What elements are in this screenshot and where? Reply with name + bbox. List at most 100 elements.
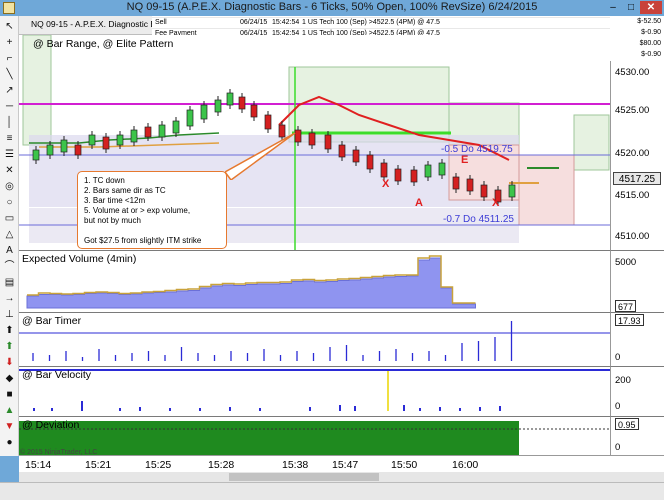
red-triangle-icon[interactable]: ▼	[3, 420, 16, 433]
marker-x-2: X	[492, 197, 500, 209]
scrollbar-thumb[interactable]	[229, 473, 379, 481]
candle-body	[144, 126, 152, 138]
candle-body	[172, 120, 180, 134]
tick-mark-icon[interactable]: ⊥	[3, 308, 16, 321]
velocity-bar	[309, 407, 311, 411]
volume-panel-title: Expected Volume (4min)	[22, 253, 137, 265]
velocity-bar	[229, 407, 231, 411]
close-button[interactable]: ✕	[640, 1, 662, 14]
triangle-icon[interactable]: △	[3, 228, 16, 241]
bar-velocity-axis[interactable]: 200 0	[610, 366, 664, 416]
time-axis[interactable]: 15:14 15:21 15:25 15:28 15:38 15:47 15:5…	[19, 455, 664, 472]
deviation-current-value: 0.95	[615, 418, 639, 430]
diamond-icon[interactable]: ◆	[3, 372, 16, 385]
annotation-lower: -0.7 Do 4511.25	[443, 214, 514, 225]
range-box-red	[518, 154, 575, 226]
volume-current-value: 677	[615, 300, 637, 312]
horizontal-line-icon[interactable]: ─	[3, 100, 16, 113]
maximize-button[interactable]: □	[622, 1, 640, 14]
velocity-bar	[259, 408, 261, 411]
instrument-tab[interactable]: NQ 09-15 - A.P.E.X. Diagnostic Bars	[31, 19, 168, 29]
vertical-line-icon[interactable]: │	[3, 116, 16, 129]
candle-body	[308, 132, 316, 146]
time-label: 15:25	[145, 459, 172, 471]
range-box	[573, 114, 610, 171]
crosshair-icon[interactable]: +	[3, 36, 16, 49]
candle-body	[158, 124, 166, 138]
annotation-upper: -0.5 Do 4519.75	[441, 144, 513, 155]
velocity-bar	[403, 405, 405, 411]
note-line: 1. TC down	[84, 176, 125, 185]
pointer-icon[interactable]: ↖	[3, 20, 16, 33]
gann-icon[interactable]: ✕	[3, 164, 16, 177]
green-triangle-icon[interactable]: ▲	[3, 404, 16, 417]
velocity-bar	[119, 408, 121, 411]
note-line	[84, 226, 220, 236]
bar-timer-current-value: 17.93	[615, 314, 644, 326]
execution-pnl: $-0.90	[641, 29, 661, 36]
deviation-panel[interactable]: @ Deviation	[19, 416, 610, 456]
bar-velocity-panel[interactable]: @ Bar Velocity	[19, 366, 610, 416]
ray-icon[interactable]: ↗	[3, 84, 16, 97]
rectangle-icon[interactable]: ▭	[3, 212, 16, 225]
candle-body	[60, 139, 68, 153]
channel-icon[interactable]: ≡	[3, 132, 16, 145]
note-line: 5. Volume at or > exp volume,	[84, 206, 191, 215]
annotation-note[interactable]: 1. TC down 2. Bars same dir as TC 3. Bar…	[77, 171, 227, 249]
candle-body	[480, 184, 488, 198]
chart-window: NQ 09-15 (A.P.E.X. Diagnostic Bars - 6 T…	[0, 0, 664, 500]
velocity-bar	[439, 407, 441, 411]
arc-icon[interactable]: ⌒	[3, 260, 16, 273]
note-line: 3. Bar time <12m	[84, 196, 146, 205]
time-label: 15:21	[85, 459, 112, 471]
line-icon[interactable]: ╲	[3, 68, 16, 81]
note-line: Got $27.5 from slightly ITM strike	[84, 236, 202, 245]
volume-axis[interactable]: 5000 677	[610, 250, 664, 312]
candle-body	[46, 144, 54, 156]
candle-body	[186, 109, 194, 127]
price-axis[interactable]: 4530.00 4525.00 4520.00 4515.00 4510.00 …	[610, 61, 664, 250]
minimize-button[interactable]: –	[604, 1, 622, 14]
title-bar[interactable]: NQ 09-15 (A.P.E.X. Diagnostic Bars - 6 T…	[0, 0, 664, 16]
bar-timer-label-0: 0	[615, 352, 621, 363]
green-arrow-up-icon[interactable]: ⬆	[3, 340, 16, 353]
ellipse-icon[interactable]: ○	[3, 196, 16, 209]
region-icon[interactable]: ▤	[3, 276, 16, 289]
velocity-bar	[459, 408, 461, 411]
candle-body	[366, 154, 374, 170]
deviation-title: @ Deviation	[22, 419, 80, 431]
circle-icon[interactable]: ◎	[3, 180, 16, 193]
horizontal-scrollbar[interactable]	[19, 472, 664, 482]
price-label-4510: 4510.00	[615, 231, 650, 242]
annotation-pointer	[225, 132, 296, 180]
marker-e: E	[461, 154, 469, 166]
square-icon[interactable]: ■	[3, 388, 16, 401]
bar-velocity-label-200: 200	[615, 375, 631, 386]
deviation-axis[interactable]: 0.95 0	[610, 416, 664, 455]
bar-timer-panel[interactable]: @ Bar Timer	[19, 312, 610, 366]
time-label: 15:28	[208, 459, 235, 471]
price-panel-title: @ Bar Range, @ Elite Pattern	[33, 38, 174, 50]
bar-timer-axis[interactable]: 17.93 0	[610, 312, 664, 366]
arrow-line-icon[interactable]: →	[3, 292, 16, 305]
dot-icon[interactable]: ●	[3, 436, 16, 449]
price-label-4525: 4525.00	[615, 105, 650, 116]
arrow-up-icon[interactable]: ⬆	[3, 324, 16, 337]
velocity-bar	[339, 405, 341, 411]
velocity-bar	[169, 408, 171, 411]
volume-panel[interactable]: Expected Volume (4min)	[19, 250, 610, 312]
velocity-bar	[139, 407, 141, 411]
velocity-bar	[199, 408, 201, 411]
window-title: NQ 09-15 (A.P.E.X. Diagnostic Bars - 6 T…	[126, 1, 538, 13]
candle-body	[508, 184, 516, 198]
candle-body	[380, 162, 388, 178]
execution-row[interactable]: Sell 06/24/15 15:42:54 1 US Tech 100 (Sep) …	[152, 17, 610, 28]
ruler-icon[interactable]: ⌐	[3, 52, 16, 65]
execution-action: Sell	[155, 19, 167, 26]
velocity-bar	[387, 371, 389, 411]
text-icon[interactable]: A	[3, 244, 16, 257]
velocity-bar	[499, 406, 501, 411]
red-arrow-down-icon[interactable]: ⬇	[3, 356, 16, 369]
fibonacci-icon[interactable]: ☰	[3, 148, 16, 161]
candle-body	[130, 129, 138, 143]
